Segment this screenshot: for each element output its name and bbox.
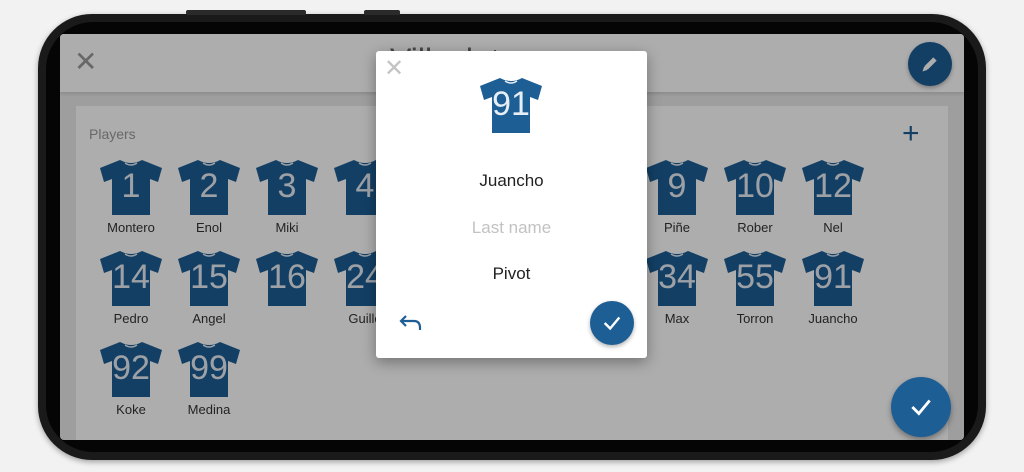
last-name-field[interactable]: Last name	[376, 218, 647, 238]
position-field[interactable]: Pivot	[376, 264, 647, 284]
app-screen: ✕ Villaclat Players + 1Montero2Enol3Miki…	[60, 34, 964, 440]
player-shirt[interactable]: 91	[478, 76, 544, 134]
check-icon	[911, 399, 931, 416]
player-number: 91	[492, 85, 530, 123]
check-icon	[603, 316, 621, 331]
undo-button[interactable]	[398, 313, 424, 333]
edit-player-dialog: ✕ 91 Juancho Last name Pivot	[376, 51, 647, 358]
undo-icon	[399, 315, 422, 330]
phone-volume-button	[186, 10, 306, 15]
save-team-button[interactable]	[891, 377, 951, 437]
confirm-button[interactable]	[590, 301, 634, 345]
first-name-field[interactable]: Juancho	[376, 171, 647, 191]
close-icon[interactable]: ✕	[384, 57, 404, 81]
phone-power-button	[364, 10, 400, 15]
